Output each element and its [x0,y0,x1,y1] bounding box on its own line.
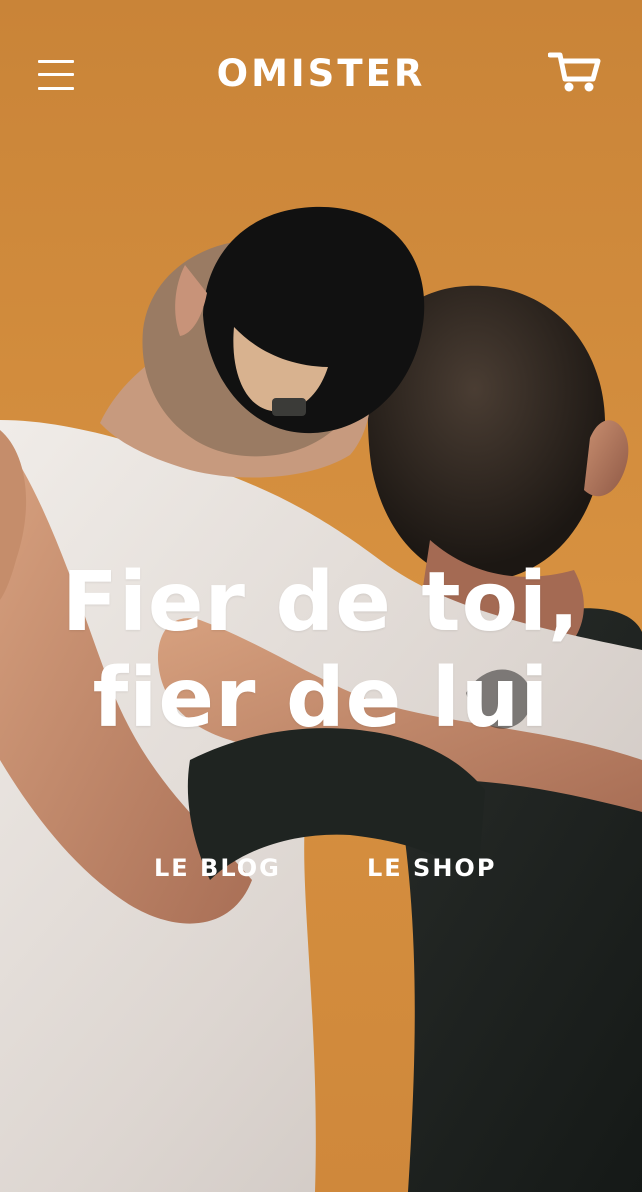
headline-line-1: Fier de toi, [61,554,581,650]
hero-headline: Fier de toi, fier de lui [0,555,642,747]
headline-line-2: fier de lui [92,650,550,746]
brand-name[interactable]: OMISTER [0,51,642,97]
hero-section: OMISTER Fier de toi, fier de lui LE BLOG… [0,0,642,1192]
blog-link[interactable]: LE BLOG [154,850,281,886]
hero-navigation-links: LE BLOG LE SHOP [0,850,642,890]
top-navigation-bar: OMISTER [0,0,642,150]
shopping-cart-icon[interactable] [548,50,602,94]
shop-link[interactable]: LE SHOP [367,850,496,886]
